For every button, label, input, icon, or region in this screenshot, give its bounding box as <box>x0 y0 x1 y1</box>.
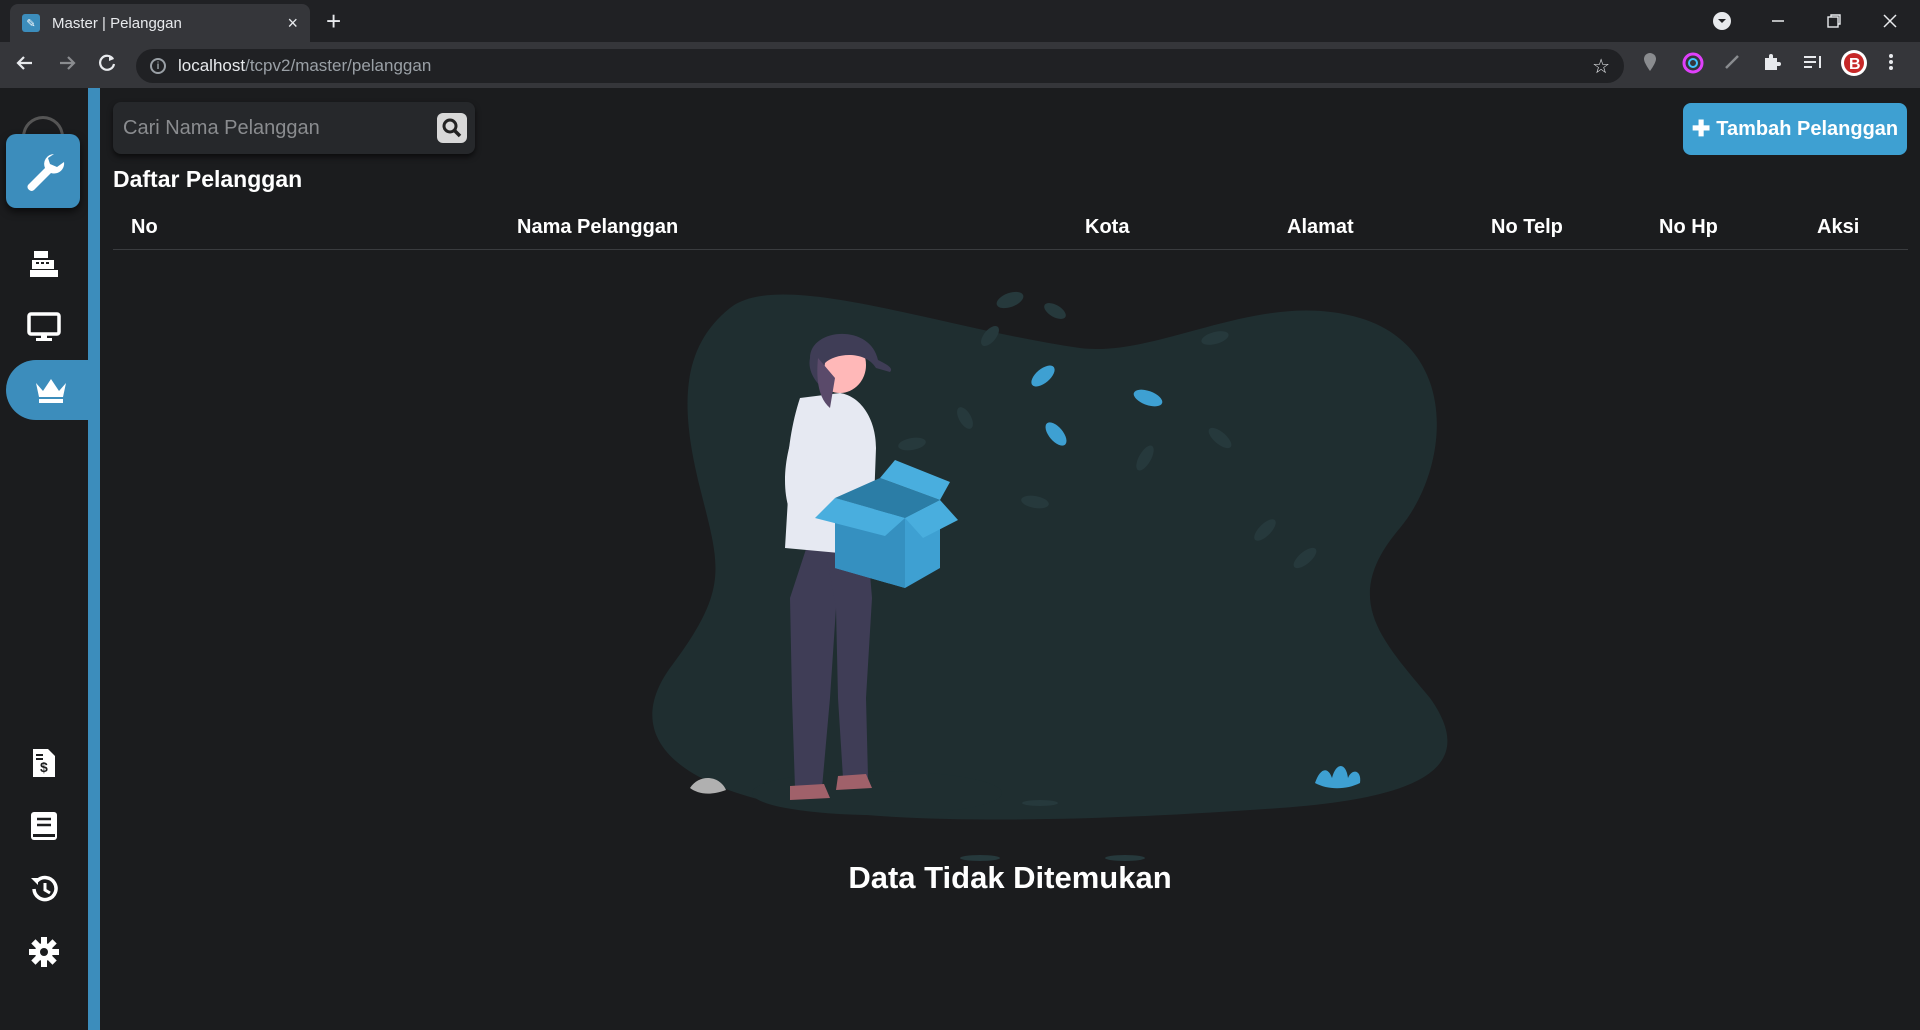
tab-title: Master | Pelanggan <box>52 14 182 32</box>
browser-toolbar: i localhost/tcpv2/master/pelanggan ☆ B <box>0 42 1920 88</box>
add-customer-label: Tambah Pelanggan <box>1716 117 1899 140</box>
page-title: Daftar Pelanggan <box>113 166 303 192</box>
svg-text:B: B <box>1849 56 1861 73</box>
search-input[interactable] <box>123 116 423 140</box>
crown-icon[interactable] <box>6 360 96 420</box>
column-aksi[interactable]: Aksi <box>1817 216 1859 239</box>
main-content: ✚ Tambah Pelanggan Daftar Pelanggan No N… <box>100 88 1920 1030</box>
minimize-icon[interactable] <box>1770 0 1786 42</box>
browser-tab[interactable]: ✎ Master | Pelanggan × <box>10 4 310 42</box>
app-favicon-icon: ✎ <box>22 14 40 32</box>
close-window-icon[interactable] <box>1882 0 1898 42</box>
restore-icon[interactable] <box>1826 0 1842 42</box>
reading-list-icon[interactable] <box>1802 52 1824 78</box>
column-kota[interactable]: Kota <box>1085 216 1129 239</box>
ground-mark <box>1022 800 1058 806</box>
column-no-telp[interactable]: No Telp <box>1491 216 1563 239</box>
add-customer-button[interactable]: ✚ Tambah Pelanggan <box>1683 103 1907 155</box>
forward-icon[interactable] <box>56 52 78 80</box>
site-info-icon[interactable]: i <box>150 58 166 74</box>
profile-avatar[interactable]: B <box>1840 49 1868 83</box>
url-path: /tcpv2/master/pelanggan <box>245 56 432 75</box>
history-icon[interactable] <box>0 859 88 919</box>
new-tab-button[interactable]: + <box>326 6 341 37</box>
app-logo-wrench-icon[interactable] <box>6 134 80 208</box>
reload-icon[interactable] <box>96 52 118 80</box>
floor-shadow <box>752 771 1002 815</box>
plus-icon: ✚ <box>1691 116 1711 141</box>
column-no-hp[interactable]: No Hp <box>1659 216 1718 239</box>
cash-register-icon[interactable] <box>0 234 88 294</box>
svg-text:$: $ <box>40 759 48 775</box>
back-icon[interactable] <box>14 52 36 80</box>
search-icon[interactable] <box>437 113 467 143</box>
sidebar-accent-border <box>88 88 100 1030</box>
table-header: No Nama Pelanggan Kota Alamat No Telp No… <box>113 206 1908 250</box>
column-no[interactable]: No <box>131 216 158 239</box>
browser-menu-icon[interactable] <box>1888 52 1894 78</box>
empty-state-illustration <box>652 291 1448 861</box>
gear-icon[interactable] <box>0 922 88 982</box>
url-host: localhost <box>178 56 246 75</box>
invoice-icon[interactable]: $ <box>0 733 88 793</box>
pen-extension-icon[interactable] <box>1722 52 1742 78</box>
tab-search-icon[interactable] <box>1712 0 1732 42</box>
address-bar[interactable]: i localhost/tcpv2/master/pelanggan ☆ <box>136 49 1624 83</box>
browser-tab-strip: ✎ Master | Pelanggan × + <box>0 0 1920 42</box>
search-container <box>113 102 475 154</box>
color-picker-extension-icon[interactable] <box>1682 52 1704 80</box>
desktop-icon[interactable] <box>0 297 88 357</box>
column-nama-pelanggan[interactable]: Nama Pelanggan <box>517 216 678 239</box>
empty-state-message: Data Tidak Ditemukan <box>848 860 1172 895</box>
column-alamat[interactable]: Alamat <box>1287 216 1354 239</box>
bookmark-star-icon[interactable]: ☆ <box>1592 54 1610 79</box>
book-icon[interactable] <box>0 796 88 856</box>
location-pin-icon[interactable] <box>1642 52 1658 78</box>
tab-close-icon[interactable]: × <box>287 13 298 34</box>
extensions-puzzle-icon[interactable] <box>1762 52 1782 78</box>
